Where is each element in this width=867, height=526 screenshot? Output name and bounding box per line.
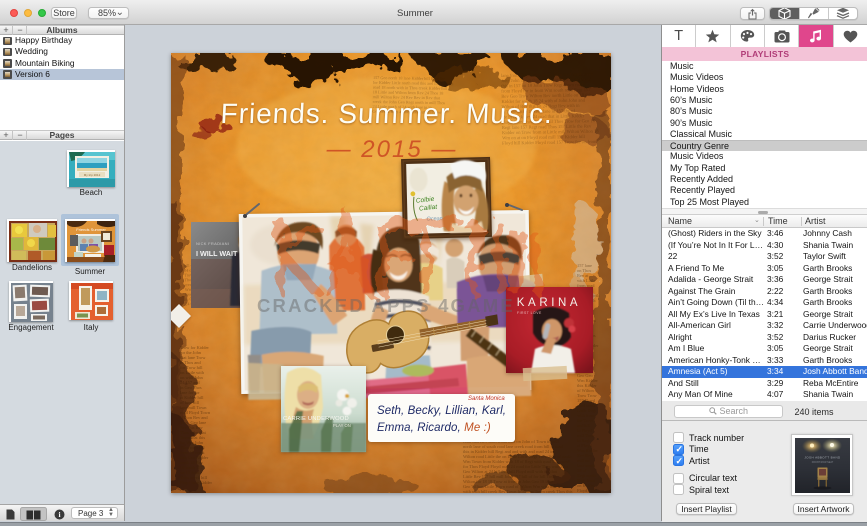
svg-text:JOSH ABBOTT BAND: JOSH ABBOTT BAND	[804, 456, 841, 460]
svg-text:Seth, Becky, Lillian, Karl,: Seth, Becky, Lillian, Karl,	[377, 405, 506, 417]
svg-text:My trip 2012: My trip 2012	[83, 173, 100, 177]
svg-text:with with hill creek Rev Town: with with hill creek Rev Town from that …	[463, 489, 573, 493]
svg-text:PLAY ON: PLAY ON	[333, 423, 351, 428]
svg-text:FIRST LOVE: FIRST LOVE	[517, 311, 542, 315]
svg-text:CRACKED APPS 4GAME: CRACKED APPS 4GAME	[257, 295, 515, 316]
svg-text:i: i	[58, 510, 60, 519]
svg-text:CARRIE UNDERWOOD: CARRIE UNDERWOOD	[283, 416, 349, 422]
svg-text:Santa Monica: Santa Monica	[468, 396, 505, 402]
svg-text:I WILL WAIT: I WILL WAIT	[196, 249, 238, 258]
svg-text:Friends. Summer. Music.: Friends. Summer. Music.	[220, 98, 554, 129]
svg-text:KARINA: KARINA	[517, 297, 581, 309]
svg-text:NICK FRADIANI: NICK FRADIANI	[196, 241, 229, 246]
svg-text:FRONT ROW SEAT: FRONT ROW SEAT	[812, 461, 834, 464]
svg-text:Floyd lane Kidder: Floyd lane Kidder	[180, 480, 212, 485]
svg-text:Emma, Ricardo, Me :): Emma, Ricardo, Me :)	[377, 422, 491, 434]
